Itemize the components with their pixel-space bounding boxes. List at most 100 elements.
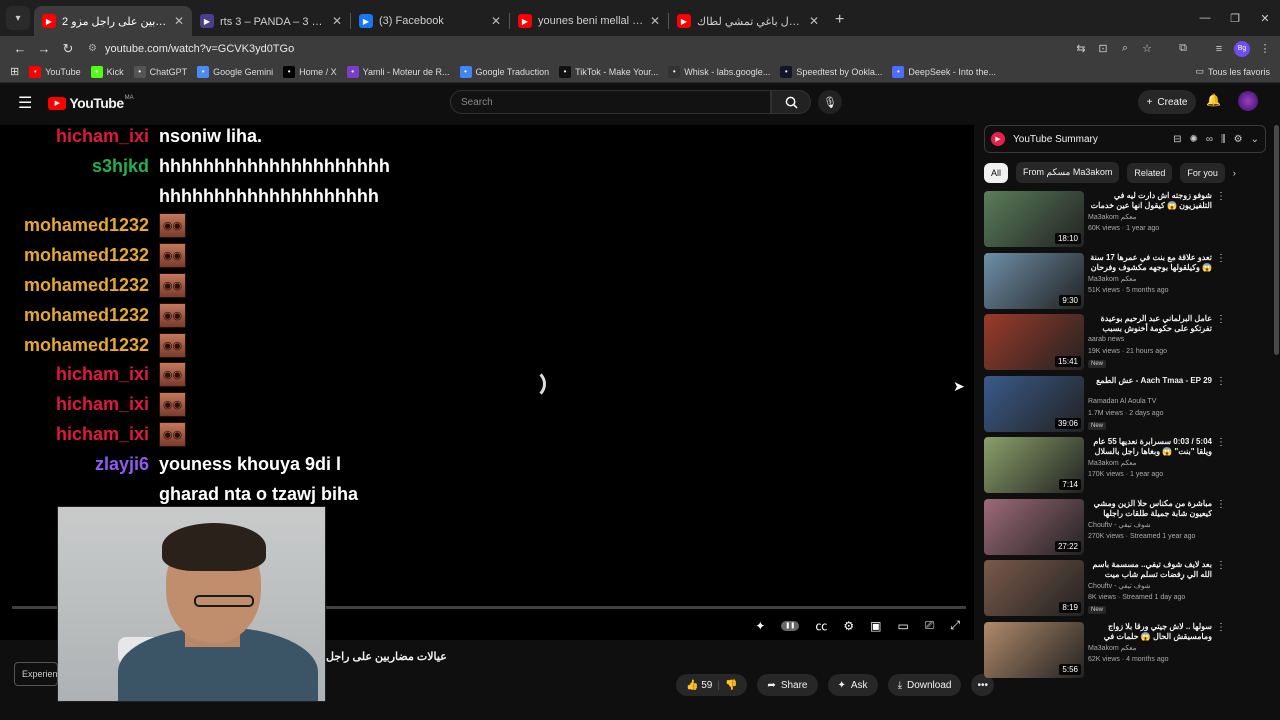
filter-chip[interactable]: From مسكم Ma3akom — [1016, 162, 1120, 183]
filter-chip[interactable]: For you — [1180, 162, 1225, 183]
kebab-menu-icon[interactable]: ⋮ — [1216, 622, 1226, 633]
filter-chip[interactable]: Related — [1127, 162, 1173, 183]
tab-close-icon[interactable]: ✕ — [174, 14, 184, 28]
audio-wave-icon[interactable]: ⫼ — [1221, 134, 1226, 145]
theater-mode-icon[interactable]: ▭ — [897, 619, 908, 633]
tab-close-icon[interactable]: ✕ — [491, 14, 501, 28]
bookmark-item[interactable]: • TikTok - Make Your... — [559, 65, 658, 78]
notifications-bell-icon[interactable]: 🔔 — [1206, 93, 1221, 107]
create-button[interactable]: + Create — [1138, 90, 1196, 114]
autoplay-toggle[interactable]: ❚❚ — [781, 620, 800, 631]
translate-icon[interactable]: ⇆ — [1074, 42, 1088, 55]
cast-icon[interactable]: ⎚ — [925, 618, 935, 633]
media-icon[interactable]: ≡ — [1212, 43, 1226, 55]
kebab-menu-icon[interactable]: ⋮ — [1216, 560, 1226, 571]
channel-name[interactable]: Ramadan Al Aoula TV — [1088, 398, 1156, 405]
bookmark-item[interactable]: • Yamli - Moteur de R... — [346, 65, 450, 78]
browser-tab[interactable]: ▶ يونس بني ملال باغي تمشي لطاك ✕ — [669, 6, 827, 36]
recommended-video[interactable]: 8:19 بعد لايف شوف تيفي.. مسسمة باسم الله… — [984, 560, 1274, 618]
channel-name[interactable]: Chouftv - شوف تيفي — [1088, 582, 1150, 590]
ask-button[interactable]: ✦ Ask — [827, 674, 878, 696]
voice-search-button[interactable]: 🎙 — [818, 90, 842, 114]
bookmark-item[interactable]: • Whisk - labs.google... — [668, 65, 770, 78]
glasses-icon[interactable]: ∞ — [1206, 134, 1213, 145]
recommended-video-title[interactable]: عامل البرلماني عبد الرحيم بوعيدة تفرتكو … — [1088, 314, 1212, 334]
page-scrollbar[interactable] — [1274, 125, 1279, 355]
reload-icon[interactable]: ↻ — [56, 41, 80, 57]
bookmark-item[interactable]: • Kick — [90, 65, 124, 78]
bookmark-item[interactable]: • YouTube — [29, 65, 81, 78]
tab-close-icon[interactable]: ✕ — [650, 14, 660, 28]
site-info-icon[interactable]: ⚙ — [88, 43, 97, 54]
profile-icon[interactable]: Bg — [1234, 40, 1250, 57]
bookmark-item[interactable]: • Home / X — [283, 65, 337, 78]
kebab-menu-icon[interactable]: ⋮ — [1216, 499, 1226, 510]
video-thumbnail[interactable]: 7:14 — [984, 437, 1084, 493]
recommended-video[interactable]: 5:56 سولها .. لاش جيتي ورقا بلا زواج وما… — [984, 621, 1274, 680]
settings-gear-icon[interactable]: ⚙ — [843, 619, 854, 633]
forward-icon[interactable]: → — [32, 41, 56, 56]
miniplayer-icon[interactable]: ▣ — [870, 619, 881, 633]
browser-tab[interactable]: ▶ younes beni mellal - YouTube ✕ — [510, 6, 668, 36]
install-icon[interactable]: ⊡ — [1096, 42, 1110, 55]
recommended-video[interactable]: 27:22 مباشرة من مكناس حلا الزين ومشي كيع… — [984, 498, 1274, 557]
recommended-video[interactable]: 9:30 تعدو علاقة مع بنت في عمرها 17 سنة 😱… — [984, 252, 1274, 311]
menu-icon[interactable]: ☰ — [18, 93, 32, 113]
fullscreen-icon[interactable]: ⤢ — [950, 618, 960, 633]
video-thumbnail[interactable]: 27:22 — [984, 498, 1084, 555]
kebab-menu-icon[interactable]: ⋮ — [1216, 376, 1226, 387]
kebab-menu-icon[interactable]: ⋮ — [1216, 191, 1226, 202]
recommended-video[interactable]: 18:10 شوفو زوجته اش دارت ليه في التلفيزي… — [984, 191, 1274, 249]
recommended-video-title[interactable]: 5:04 / 0:03 سسرابرة نعديها 55 عام ويلقا … — [1088, 437, 1212, 457]
close-window-icon[interactable]: ✕ — [1250, 0, 1280, 36]
bookmark-item[interactable]: • Google Traduction — [459, 65, 549, 78]
video-thumbnail[interactable]: 39:06 — [984, 375, 1084, 432]
channel-name[interactable]: Ma3akom معكم — [1088, 644, 1136, 652]
browser-tab[interactable]: ▶ rts 3 – PANDA – 3 بي إن سبورت ✕ — [192, 6, 350, 36]
youtube-logo[interactable]: ▶ YouTube MA — [48, 95, 134, 111]
tab-close-icon[interactable]: ✕ — [332, 14, 342, 28]
tab-close-icon[interactable]: ✕ — [809, 14, 819, 28]
chips-next-chevron-icon[interactable]: › — [1233, 168, 1236, 178]
search-button[interactable] — [771, 90, 811, 114]
kebab-menu-icon[interactable]: ⋮ — [1216, 253, 1226, 264]
recommended-video[interactable]: 39:06 Aach Tmaa - EP 29 - عش الطمع Ramad… — [984, 375, 1274, 434]
url-bar[interactable]: ⚙ youtube.com/watch?v=GCVK3yd0TGo — [88, 38, 1068, 60]
dislike-button[interactable]: 👎 — [725, 680, 737, 691]
like-button[interactable]: 👍 59 — [686, 680, 712, 691]
bookmark-star-icon[interactable]: ☆ — [1140, 42, 1154, 55]
channel-name[interactable]: Ma3akom معكم — [1088, 213, 1136, 221]
video-thumbnail[interactable]: 5:56 — [984, 621, 1084, 678]
browser-menu-icon[interactable]: ⋮ — [1258, 42, 1272, 55]
summary-settings-icon[interactable]: ⚙ — [1234, 134, 1243, 145]
back-icon[interactable]: ← — [8, 41, 32, 56]
browser-tab[interactable]: ▶ (3) Facebook ✕ — [351, 6, 509, 36]
recommended-video-title[interactable]: سولها .. لاش جيتي ورقا بلا زواج ومامسيقش… — [1088, 622, 1212, 642]
captions-icon[interactable]: ㏄ — [815, 617, 827, 634]
channel-name[interactable]: aarab news — [1088, 336, 1124, 343]
channel-name[interactable]: Ma3akom معكم — [1088, 459, 1136, 467]
expand-chevron-icon[interactable]: ⌄ — [1251, 134, 1259, 145]
ai-sparkle-icon[interactable]: ✦ — [755, 619, 765, 633]
recommended-video[interactable]: 7:14 5:04 / 0:03 سسرابرة نعديها 55 عام و… — [984, 437, 1274, 495]
kebab-menu-icon[interactable]: ⋮ — [1216, 437, 1226, 448]
maximize-icon[interactable]: ❐ — [1220, 0, 1250, 36]
channel-name[interactable]: Ma3akom معكم — [1088, 275, 1136, 283]
recommended-video-title[interactable]: Aach Tmaa - EP 29 - عش الطمع — [1088, 376, 1212, 386]
video-thumbnail[interactable]: 8:19 — [984, 560, 1084, 616]
recommended-video[interactable]: 15:41 عامل البرلماني عبد الرحيم بوعيدة ت… — [984, 314, 1274, 372]
recommended-video-title[interactable]: مباشرة من مكناس حلا الزين ومشي كيعيون شا… — [1088, 499, 1212, 519]
channel-name[interactable]: Chouftv - شوف تيفي — [1088, 521, 1150, 529]
bookmark-item[interactable]: • ChatGPT — [133, 65, 187, 78]
transcript-icon[interactable]: ⊟ — [1173, 134, 1181, 145]
youtube-summary-panel[interactable]: ▶ YouTube Summary ⊟ ✺ ∞ ⫼ ⚙ ⌄ — [984, 125, 1266, 153]
experience-button[interactable]: Experience — [14, 662, 58, 686]
kebab-menu-icon[interactable]: ⋮ — [1216, 314, 1226, 325]
download-button[interactable]: ⤓ Download — [887, 674, 962, 696]
share-button[interactable]: ➦ Share — [757, 674, 818, 696]
bookmark-item[interactable]: • DeepSeek - Into the... — [892, 65, 996, 78]
new-tab-icon[interactable]: + — [835, 11, 844, 29]
minimize-icon[interactable]: — — [1190, 0, 1220, 36]
avatar[interactable] — [1238, 91, 1258, 111]
openai-icon[interactable]: ✺ — [1190, 134, 1198, 145]
